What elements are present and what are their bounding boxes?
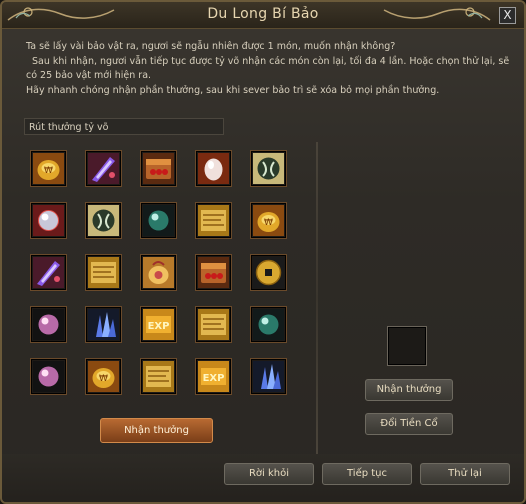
close-button[interactable]: X (499, 7, 516, 24)
leave-button[interactable]: Rời khỏi (224, 463, 314, 485)
reward-cell[interactable]: EXP (140, 306, 177, 343)
reward-cell[interactable] (250, 254, 287, 291)
blue-crystal-icon (88, 309, 119, 340)
pearl-orb-icon (33, 205, 64, 236)
gold-ingot-bag-icon: ₩ (33, 153, 64, 184)
reward-cell[interactable] (195, 150, 232, 187)
gold-scroll-icon (198, 205, 229, 236)
reward-cell[interactable] (85, 150, 122, 187)
reward-cell[interactable] (250, 358, 287, 395)
reward-cell[interactable] (30, 254, 67, 291)
title-bar[interactable]: Du Long Bí Bảo X (2, 2, 524, 29)
pink-orb-icon (33, 361, 64, 392)
description-line: Sau khi nhận, ngươi vẫn tiếp tục được tỷ… (32, 55, 510, 67)
jade-emblem-icon (253, 153, 284, 184)
reward-cell[interactable]: EXP (195, 358, 232, 395)
treasure-chest-icon (198, 257, 229, 288)
claim-reward-side-button[interactable]: Nhận thưởng (365, 379, 453, 401)
reward-cell[interactable]: ₩ (85, 358, 122, 395)
exp-book-icon: EXP (198, 361, 229, 392)
gold-scroll-icon (143, 361, 174, 392)
coin-icon (253, 257, 284, 288)
reward-cell[interactable] (140, 358, 177, 395)
title-ornament-right-icon (383, 7, 491, 21)
continue-button[interactable]: Tiếp tục (322, 463, 412, 485)
svg-text:₩: ₩ (99, 374, 108, 384)
gold-bag-icon (143, 257, 174, 288)
claim-reward-button[interactable]: Nhận thưởng (100, 418, 213, 443)
description-line: có 25 bảo vật mới hiện ra. (26, 70, 152, 81)
gold-ingot-bag-icon: ₩ (253, 205, 284, 236)
reward-cell[interactable] (85, 202, 122, 239)
description-text: Ta sẽ lấy vài bảo vật ra, ngươi sẽ ngẫu … (26, 40, 516, 98)
svg-text:EXP: EXP (203, 373, 225, 384)
svg-text:EXP: EXP (148, 321, 170, 332)
purple-crystal-shard-icon (33, 257, 64, 288)
reward-cell[interactable] (195, 306, 232, 343)
gold-scroll-icon (88, 257, 119, 288)
reward-cell[interactable] (140, 254, 177, 291)
blue-crystal-icon (253, 361, 284, 392)
reward-cell[interactable] (85, 254, 122, 291)
svg-text:₩: ₩ (44, 166, 53, 176)
teal-orb-icon (143, 205, 174, 236)
svg-text:₩: ₩ (264, 218, 273, 228)
reward-cell[interactable]: ₩ (250, 202, 287, 239)
exp-book-icon: EXP (143, 309, 174, 340)
reward-cell[interactable] (195, 202, 232, 239)
reward-cell[interactable] (85, 306, 122, 343)
purple-crystal-shard-icon (88, 153, 119, 184)
teal-orb-icon (253, 309, 284, 340)
jade-emblem-icon (88, 205, 119, 236)
reward-window: Du Long Bí Bảo X Ta sẽ lấy vài bảo vật r… (0, 0, 526, 504)
description-line: Hãy nhanh chóng nhận phần thưởng, sau kh… (26, 84, 440, 96)
gold-ingot-bag-icon: ₩ (88, 361, 119, 392)
reward-result-slot[interactable] (387, 326, 427, 366)
panel-divider (316, 142, 318, 454)
reward-cell[interactable] (140, 150, 177, 187)
reward-cell[interactable] (250, 306, 287, 343)
egg-icon (198, 153, 229, 184)
reward-cell[interactable] (140, 202, 177, 239)
retry-button[interactable]: Thử lại (420, 463, 510, 485)
reward-cell[interactable]: ₩ (30, 150, 67, 187)
exchange-ancient-coin-button[interactable]: Đổi Tiền Cổ (365, 413, 453, 435)
reward-cell[interactable] (30, 358, 67, 395)
reward-cell[interactable] (195, 254, 232, 291)
pink-orb-icon (33, 309, 64, 340)
gold-scroll-icon (198, 309, 229, 340)
treasure-chest-icon (143, 153, 174, 184)
reward-cell[interactable] (30, 306, 67, 343)
reward-cell[interactable] (30, 202, 67, 239)
reward-panel-header: Rút thưởng tỷ võ (24, 118, 224, 135)
reward-cell[interactable] (250, 150, 287, 187)
description-line: Ta sẽ lấy vài bảo vật ra, ngươi sẽ ngẫu … (26, 41, 396, 52)
